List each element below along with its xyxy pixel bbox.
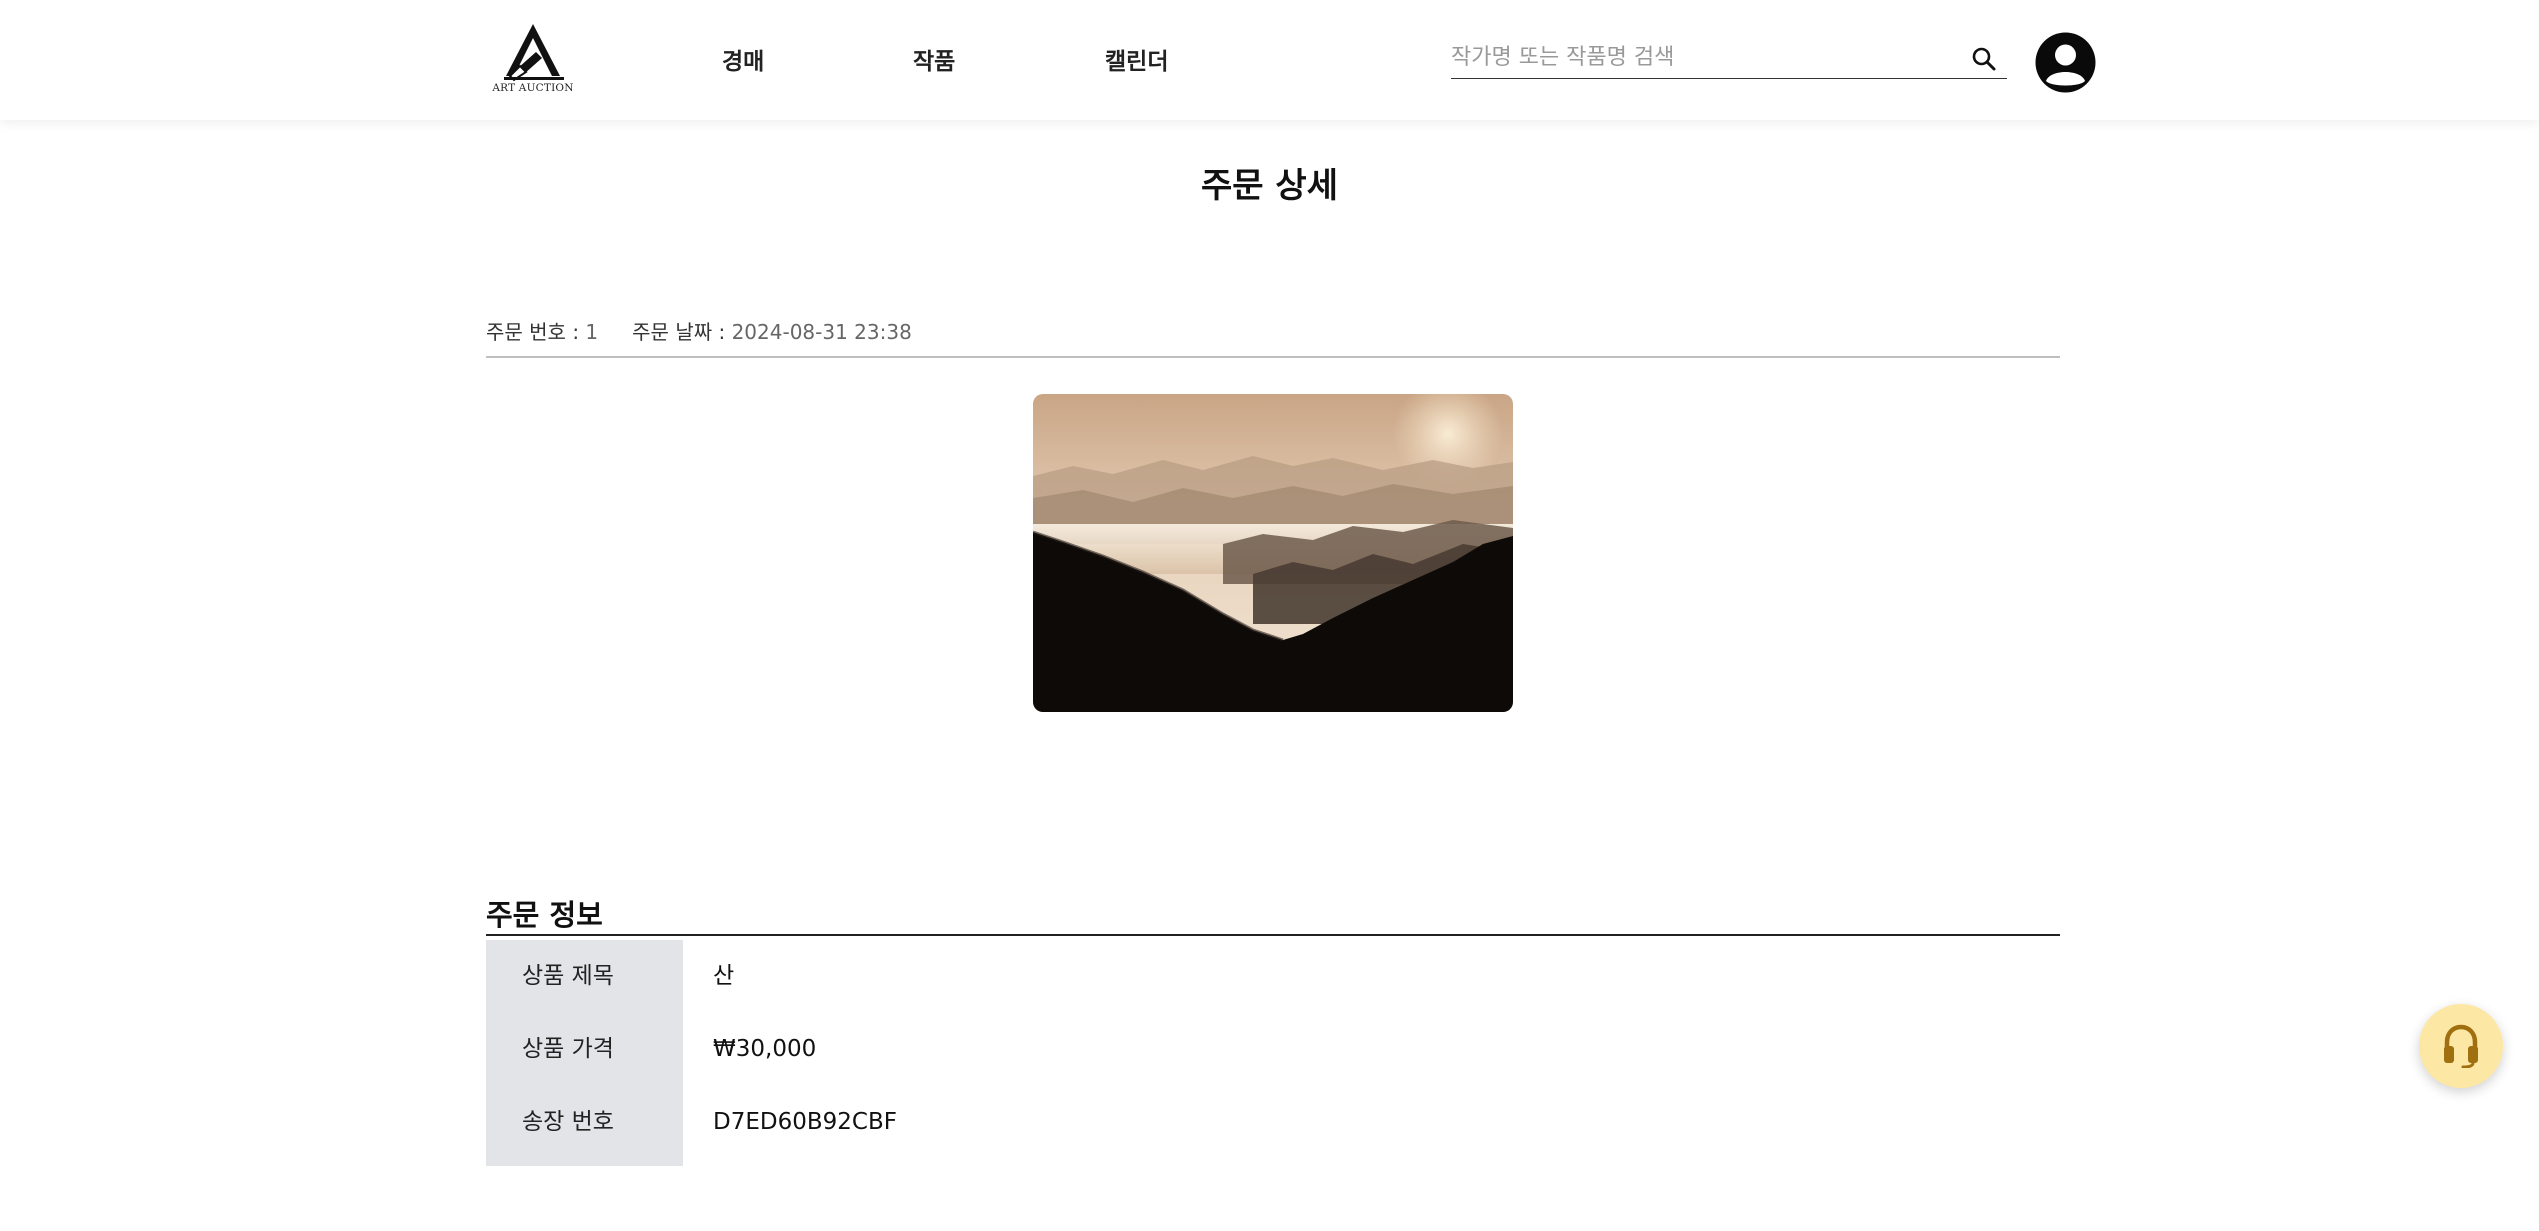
order-number-value: 1	[585, 320, 599, 344]
info-label: 송장 번호	[486, 1086, 683, 1166]
order-date-value: 2024-08-31 23:38	[731, 320, 912, 344]
order-number-label: 주문 번호 :	[486, 320, 586, 344]
order-info-title: 주문 정보	[486, 898, 603, 932]
info-value: 산	[713, 963, 735, 989]
art-auction-logo[interactable]: ART AUCTION	[490, 22, 576, 98]
logo-text: ART AUCTION	[492, 82, 574, 94]
info-row-invoice: 송장 번호 D7ED60B92CBF	[486, 1086, 2060, 1166]
nav-works[interactable]: 작품	[913, 42, 955, 76]
info-row-price: 상품 가격 ₩30,000	[486, 1013, 2060, 1086]
info-row-title: 상품 제목 산	[486, 940, 2060, 1013]
nav-auction[interactable]: 경매	[722, 42, 764, 76]
search-input[interactable]	[1451, 38, 1951, 76]
info-value: D7ED60B92CBF	[713, 1109, 897, 1135]
logo-mark-icon	[504, 24, 564, 82]
artwork-image	[1033, 394, 1513, 712]
nav-calendar[interactable]: 캘린더	[1105, 42, 1168, 76]
top-header: ART AUCTION 경매 작품 캘린더	[0, 0, 2539, 120]
info-label: 상품 가격	[486, 1013, 683, 1086]
headset-icon	[2444, 1024, 2478, 1068]
info-value: ₩30,000	[713, 1036, 817, 1062]
order-date-label: 주문 날짜 :	[632, 320, 732, 344]
search-icon[interactable]	[1971, 46, 1997, 72]
page-title: 주문 상세	[1201, 166, 1338, 206]
info-label: 상품 제목	[486, 940, 683, 1013]
user-avatar-icon[interactable]	[2035, 32, 2096, 93]
meta-divider	[486, 356, 2060, 358]
order-info-divider	[486, 934, 2060, 936]
order-meta: 주문 번호 : 1 주문 날짜 : 2024-08-31 23:38	[486, 316, 912, 345]
order-info-table: 상품 제목 산 상품 가격 ₩30,000 송장 번호 D7ED60B92CBF	[486, 940, 2060, 1166]
search-bar	[1451, 38, 2007, 79]
customer-support-button[interactable]	[2419, 1004, 2503, 1088]
